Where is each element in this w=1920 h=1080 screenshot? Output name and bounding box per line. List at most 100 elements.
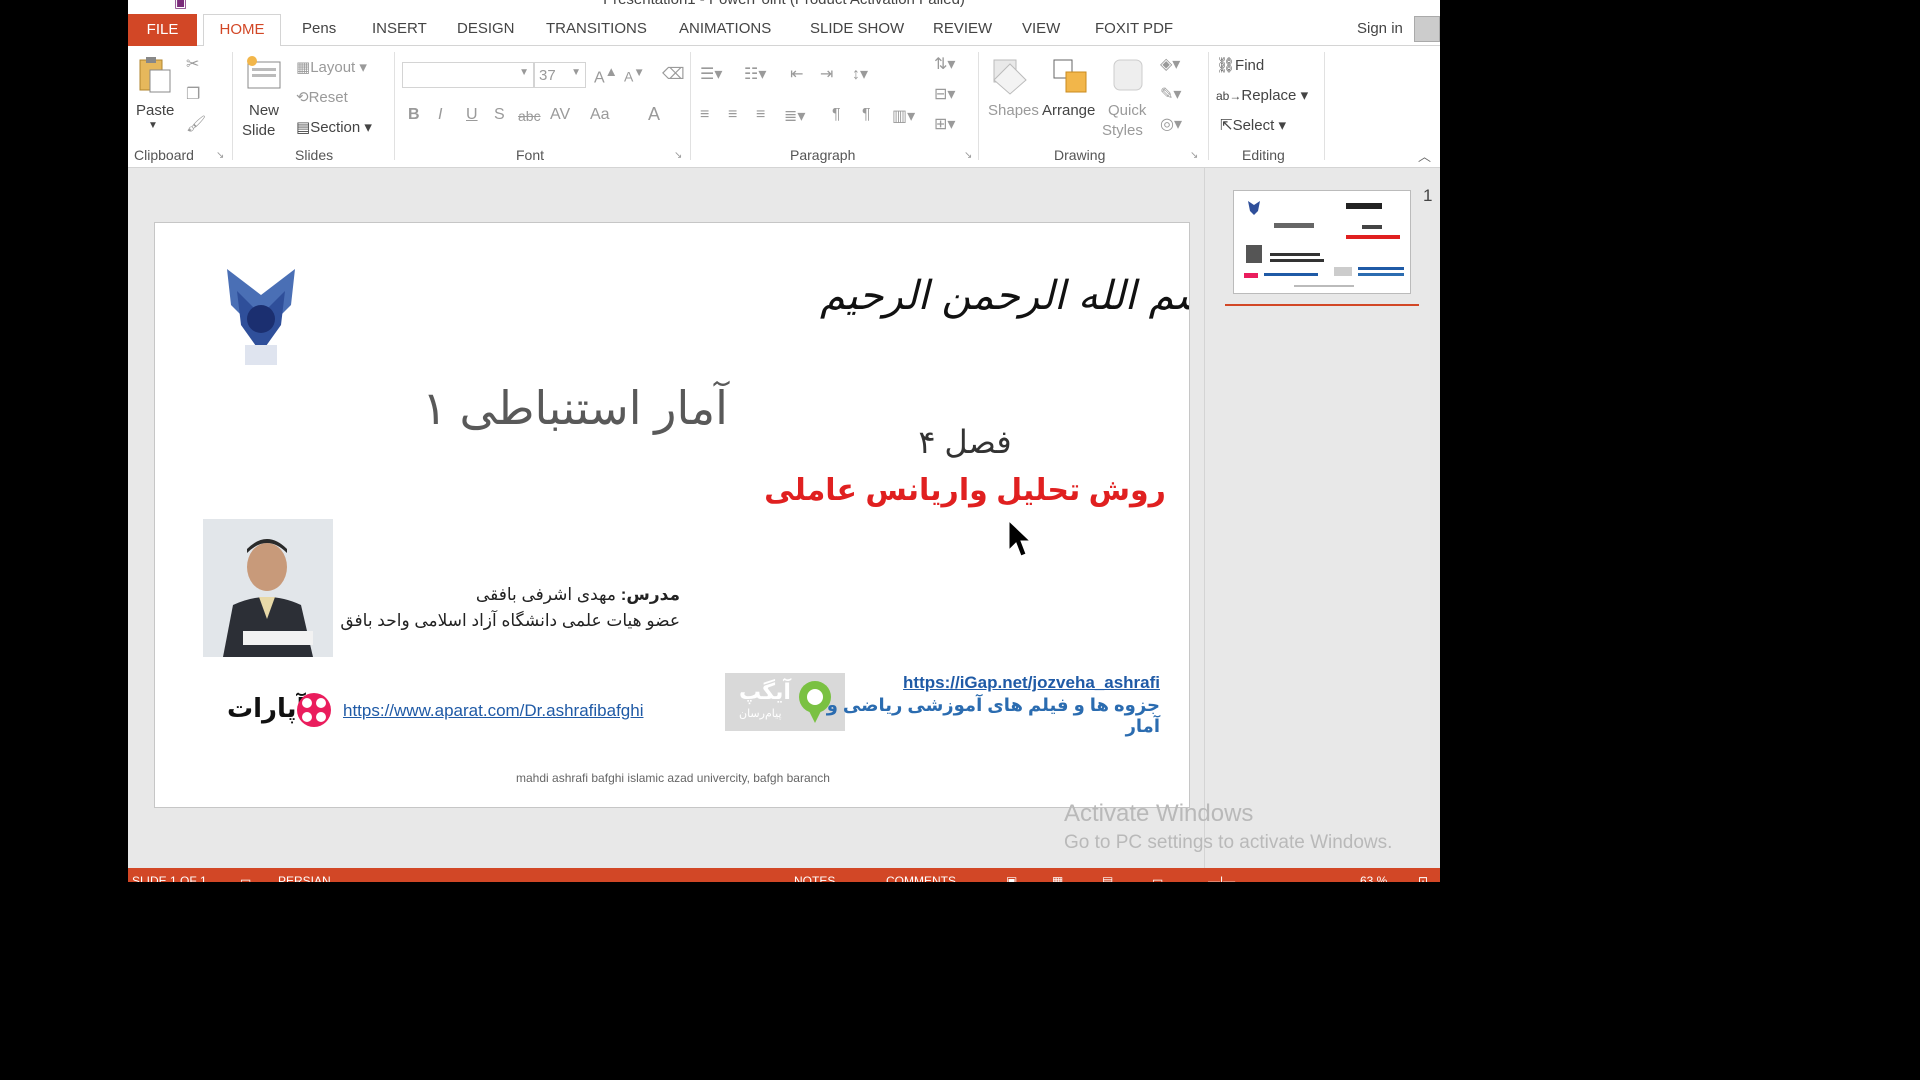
slide-thumbnail[interactable] (1233, 190, 1411, 294)
bullets-icon[interactable]: ☰▾ (700, 64, 722, 84)
ltr-icon[interactable]: ¶ (832, 106, 841, 124)
slides-group-label: Slides (295, 147, 334, 163)
rtl-icon[interactable]: ¶ (862, 106, 871, 124)
quick-styles-label-2[interactable]: Styles (1102, 122, 1143, 139)
shadow-button[interactable]: S (494, 106, 505, 124)
binoculars-icon: ⛓ (1216, 57, 1236, 74)
underline-button[interactable]: U (466, 106, 478, 124)
layout-button[interactable]: ▦ Layout ▾ (296, 58, 367, 76)
slide-editor[interactable]: بسم الله الرحمن الرحیم آمار استنباطی ۱ ف… (128, 168, 1204, 868)
align-text-icon[interactable]: ⊟▾ (934, 84, 955, 104)
align-center-icon[interactable]: ≡ (728, 106, 737, 124)
bismillah-calligraphy: بسم الله الرحمن الرحیم (820, 273, 1190, 319)
clipboard-launcher-icon[interactable]: ↘ (216, 150, 224, 161)
font-family-select[interactable]: ▼ (402, 62, 534, 88)
font-launcher-icon[interactable]: ↘ (674, 150, 682, 161)
replace-button[interactable]: ab→ Replace ▾ (1216, 86, 1308, 104)
slide-counter: SLIDE 1 OF 1 (132, 874, 207, 882)
drawing-launcher-icon[interactable]: ↘ (1190, 150, 1198, 161)
strikethrough-button[interactable]: abc (518, 108, 541, 124)
find-button[interactable]: ⛓ Find (1216, 56, 1264, 74)
tab-design[interactable]: DESIGN (457, 20, 515, 37)
chapter-title[interactable]: فصل ۴ (855, 423, 1075, 461)
aparat-icon (295, 691, 333, 729)
tab-home[interactable]: HOME (203, 14, 281, 47)
align-right-icon[interactable]: ≡ (756, 106, 765, 124)
tab-review[interactable]: REVIEW (933, 20, 992, 37)
line-spacing-icon[interactable]: ↕▾ (852, 64, 868, 84)
copy-icon[interactable]: ❐ (186, 84, 200, 104)
shapes-icon[interactable] (990, 56, 1030, 96)
spell-check-icon[interactable]: ▭ (240, 874, 251, 882)
comments-button[interactable]: COMMENTS (886, 874, 956, 882)
paste-icon[interactable] (136, 56, 172, 94)
new-slide-label-1[interactable]: New (249, 102, 279, 119)
slide-canvas[interactable]: بسم الله الرحمن الرحیم آمار استنباطی ۱ ف… (154, 222, 1190, 808)
avatar[interactable] (1414, 16, 1440, 42)
italic-button[interactable]: I (438, 106, 442, 124)
method-title[interactable]: روش تحلیل واریانس عاملی (755, 473, 1175, 508)
fit-to-window-icon[interactable]: ⊡ (1418, 874, 1428, 882)
shape-effects-icon[interactable]: ◎▾ (1160, 114, 1182, 134)
columns-icon[interactable]: ▥▾ (892, 106, 915, 126)
layout-icon: ▦ (296, 59, 311, 76)
language-indicator[interactable]: PERSIAN (278, 874, 331, 882)
paragraph-launcher-icon[interactable]: ↘ (964, 150, 972, 161)
tab-slide-show[interactable]: SLIDE SHOW (810, 20, 904, 37)
increase-indent-icon[interactable]: ⇥ (820, 64, 833, 84)
igap-link[interactable]: https://iGap.net/jozveha_ashrafi (855, 673, 1160, 693)
font-size-select[interactable]: 37 ▼ (534, 62, 586, 88)
section-button[interactable]: ▤ Section ▾ (296, 118, 372, 136)
new-slide-label-2[interactable]: Slide (242, 122, 275, 139)
decrease-indent-icon[interactable]: ⇤ (790, 64, 803, 84)
justify-icon[interactable]: ≣▾ (784, 106, 805, 126)
select-button[interactable]: ⇱ Select ▾ (1220, 116, 1286, 134)
change-case-button[interactable]: Aa (590, 106, 610, 124)
font-color-button[interactable]: A (648, 104, 660, 125)
shapes-button[interactable]: Shapes (988, 102, 1039, 119)
collapse-ribbon-icon[interactable]: ︿ (1418, 146, 1431, 165)
tab-file[interactable]: FILE (128, 14, 197, 46)
shape-outline-icon[interactable]: ✎▾ (1160, 84, 1181, 104)
affiliation-line: عضو هیات علمی دانشگاه آزاد اسلامی واحد ب… (340, 611, 680, 630)
reset-button[interactable]: ⟲ Reset (296, 88, 348, 106)
zoom-level[interactable]: 63 % (1360, 874, 1387, 882)
character-spacing-button[interactable]: AV (550, 106, 570, 124)
shrink-font-icon[interactable]: A▼ (624, 66, 645, 85)
slideshow-icon[interactable]: ▭ (1152, 874, 1163, 882)
grow-font-icon[interactable]: A▲ (594, 64, 618, 87)
format-painter-icon[interactable]: 🖌 (186, 114, 206, 134)
normal-view-icon[interactable]: ▣ (1006, 874, 1017, 882)
tab-insert[interactable]: INSERT (372, 20, 427, 37)
arrange-icon[interactable] (1050, 56, 1090, 96)
sign-in-link[interactable]: Sign in (1357, 20, 1403, 37)
bold-button[interactable]: B (408, 106, 420, 124)
tab-view[interactable]: VIEW (1022, 20, 1060, 37)
slide-sorter-icon[interactable]: ▦ (1052, 874, 1063, 882)
aparat-logo-text: آپارات (227, 693, 306, 723)
clear-formatting-icon[interactable]: ⌫ (662, 64, 685, 84)
align-left-icon[interactable]: ≡ (700, 106, 709, 124)
paste-button[interactable]: Paste (136, 102, 174, 119)
paste-dropdown-icon[interactable]: ▼ (148, 120, 158, 131)
instructor-line: مدرس: مهدی اشرفی بافقی (475, 585, 680, 604)
reading-view-icon[interactable]: ▤ (1102, 874, 1113, 882)
cut-icon[interactable]: ✂ (186, 54, 199, 74)
tab-transitions[interactable]: TRANSITIONS (546, 20, 647, 37)
aparat-link[interactable]: https://www.aparat.com/Dr.ashrafibafghi (343, 701, 643, 721)
tab-animations[interactable]: ANIMATIONS (679, 20, 771, 37)
numbering-icon[interactable]: ☷▾ (744, 64, 766, 84)
new-slide-icon[interactable] (244, 54, 284, 92)
quick-styles-icon[interactable] (1108, 56, 1148, 96)
course-title[interactable]: آمار استنباطی ۱ (375, 381, 775, 435)
zoom-slider[interactable]: —|— (1208, 874, 1235, 882)
tab-foxit-pdf[interactable]: FOXIT PDF (1095, 20, 1173, 37)
shape-fill-icon[interactable]: ◈▾ (1160, 54, 1180, 74)
notes-button[interactable]: NOTES (794, 874, 835, 882)
smartart-icon[interactable]: ⊞▾ (934, 114, 955, 134)
arrange-button[interactable]: Arrange (1042, 102, 1095, 119)
tab-pens[interactable]: Pens (302, 20, 336, 37)
text-direction-icon[interactable]: ⇅▾ (934, 54, 955, 74)
section-icon: ▤ (296, 119, 311, 136)
quick-styles-label-1[interactable]: Quick (1108, 102, 1146, 119)
